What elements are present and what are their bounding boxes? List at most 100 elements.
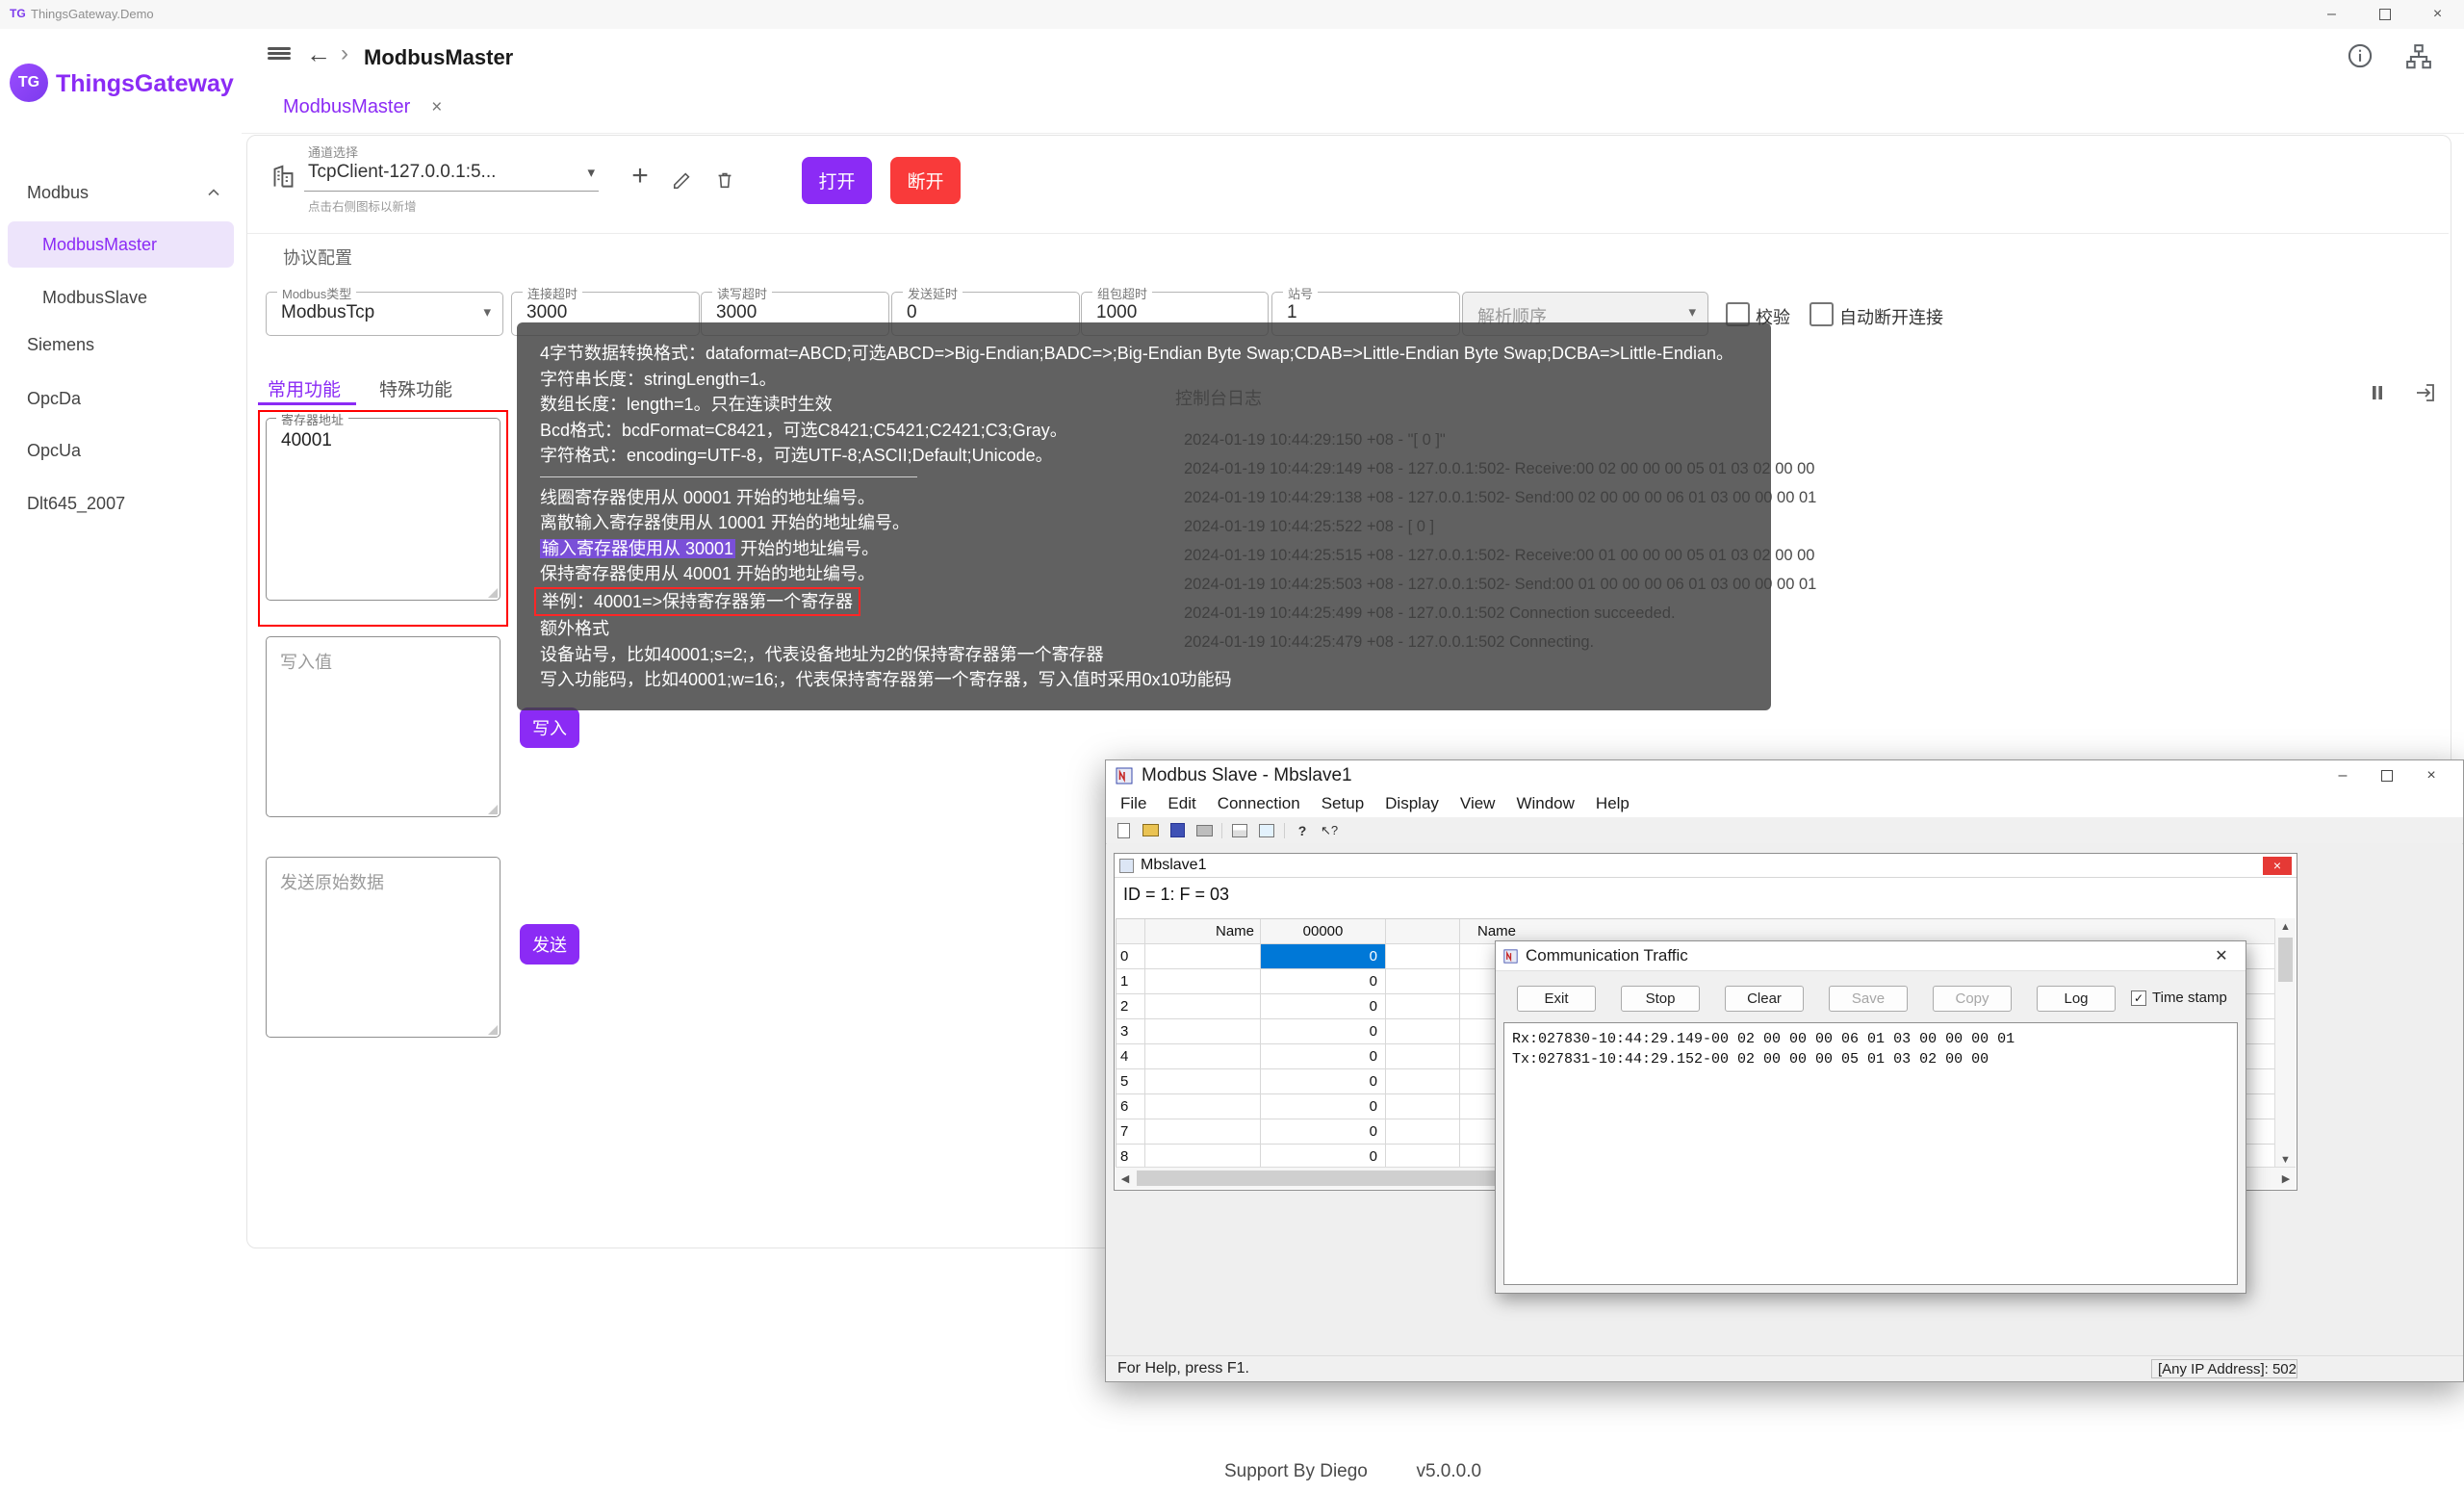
- scrollbar-thumb[interactable]: [2278, 938, 2293, 982]
- row-header-cell-2[interactable]: [1386, 1094, 1460, 1119]
- row-header-cell[interactable]: 0: [1116, 944, 1145, 969]
- row-header-cell[interactable]: 1: [1116, 969, 1145, 994]
- traffic-button[interactable]: Log: [2037, 986, 2116, 1012]
- os-maximize-button[interactable]: [2358, 0, 2411, 29]
- vertical-scrollbar[interactable]: ▲ ▼: [2274, 918, 2296, 1169]
- help-icon[interactable]: ?: [1293, 822, 1312, 838]
- scrollbar-thumb[interactable]: [1137, 1170, 1512, 1186]
- resize-grip[interactable]: [488, 1025, 498, 1035]
- sidebar-item-modbusmaster[interactable]: ModbusMaster: [8, 221, 234, 268]
- name-cell[interactable]: [1145, 1094, 1261, 1119]
- name-cell[interactable]: [1145, 1069, 1261, 1094]
- menu-item[interactable]: File: [1110, 794, 1157, 813]
- menu-item[interactable]: Setup: [1311, 794, 1374, 813]
- menu-item[interactable]: Connection: [1207, 794, 1311, 813]
- traffic-titlebar[interactable]: Communication Traffic ✕: [1496, 941, 2246, 971]
- open-file-icon[interactable]: [1141, 822, 1160, 838]
- print-icon[interactable]: [1194, 822, 1214, 838]
- write-button[interactable]: 写入: [520, 707, 579, 748]
- menu-item[interactable]: Window: [1505, 794, 1584, 813]
- doc-titlebar[interactable]: Mbslave1 ×: [1115, 854, 2297, 878]
- value-cell[interactable]: 0: [1261, 1069, 1386, 1094]
- sidebar-item-opcda[interactable]: OpcDa: [0, 375, 242, 422]
- value-cell[interactable]: 0: [1261, 1094, 1386, 1119]
- name-cell[interactable]: [1145, 1119, 1261, 1145]
- row-header-cell-2[interactable]: [1386, 1044, 1460, 1069]
- display-grid-icon[interactable]: [1230, 822, 1249, 838]
- open-button[interactable]: 打开: [802, 157, 872, 204]
- value-cell[interactable]: 0: [1261, 944, 1386, 969]
- row-header-cell[interactable]: 4: [1116, 1044, 1145, 1069]
- delete-channel-button[interactable]: [714, 169, 735, 191]
- traffic-log-list[interactable]: Rx:027830-10:44:29.149-00 02 00 00 00 06…: [1503, 1022, 2238, 1285]
- scroll-left-arrow[interactable]: ◀: [1116, 1168, 1135, 1189]
- back-arrow-icon[interactable]: ←: [306, 39, 331, 69]
- traffic-button[interactable]: Copy: [1933, 986, 2012, 1012]
- slave-titlebar[interactable]: Modbus Slave - Mbslave1 – ×: [1106, 760, 2463, 790]
- pause-icon[interactable]: [2366, 381, 2389, 404]
- tab-special-functions[interactable]: 特殊功能: [379, 375, 452, 401]
- row-header-cell-2[interactable]: [1386, 1119, 1460, 1145]
- row-header-cell[interactable]: 6: [1116, 1094, 1145, 1119]
- row-header-cell-2[interactable]: [1386, 994, 1460, 1019]
- slave-minimize-button[interactable]: –: [2321, 760, 2365, 790]
- scroll-up-arrow[interactable]: ▲: [2275, 918, 2296, 936]
- raw-data-textarea[interactable]: 发送原始数据: [266, 857, 500, 1038]
- write-value-textarea[interactable]: 写入值: [266, 636, 500, 817]
- name-cell[interactable]: [1145, 944, 1261, 969]
- add-channel-button[interactable]: +: [626, 162, 654, 191]
- info-icon[interactable]: [2347, 42, 2374, 69]
- sidebar-item-modbusslave[interactable]: ModbusSlave: [0, 274, 242, 321]
- os-close-button[interactable]: ×: [2411, 0, 2464, 29]
- row-header-cell[interactable]: 3: [1116, 1019, 1145, 1044]
- resize-grip[interactable]: [488, 588, 498, 598]
- row-header-cell-2[interactable]: [1386, 969, 1460, 994]
- menu-item[interactable]: Display: [1374, 794, 1450, 813]
- value-cell[interactable]: 0: [1261, 969, 1386, 994]
- scroll-right-arrow[interactable]: ▶: [2276, 1168, 2296, 1189]
- tab-common-functions[interactable]: 常用功能: [268, 375, 341, 401]
- traffic-button[interactable]: Save: [1829, 986, 1908, 1012]
- menu-item[interactable]: View: [1450, 794, 1506, 813]
- row-header-cell-2[interactable]: [1386, 944, 1460, 969]
- disconnect-button[interactable]: 断开: [890, 157, 961, 204]
- value-cell[interactable]: 0: [1261, 1019, 1386, 1044]
- resize-grip[interactable]: [488, 805, 498, 814]
- traffic-button[interactable]: Clear: [1725, 986, 1804, 1012]
- row-header-cell-2[interactable]: [1386, 1069, 1460, 1094]
- sidebar-group-modbus[interactable]: Modbus: [0, 169, 242, 216]
- value-cell[interactable]: 0: [1261, 994, 1386, 1019]
- name-cell[interactable]: [1145, 994, 1261, 1019]
- doc-close-button[interactable]: ×: [2263, 857, 2292, 875]
- sidebar-item-opcua[interactable]: OpcUa: [0, 427, 242, 474]
- sidebar-item-siemens[interactable]: Siemens: [0, 322, 242, 368]
- send-button[interactable]: 发送: [520, 924, 579, 965]
- modbus-type-select[interactable]: Modbus类型 ModbusTcp ▾: [266, 292, 503, 336]
- value-cell[interactable]: 0: [1261, 1044, 1386, 1069]
- hamburger-icon[interactable]: [268, 45, 291, 62]
- slave-close-button[interactable]: ×: [2409, 760, 2453, 790]
- auto-disconnect-checkbox[interactable]: [1810, 302, 1834, 326]
- timestamp-checkbox[interactable]: ✓: [2131, 990, 2146, 1006]
- name-cell[interactable]: [1145, 1044, 1261, 1069]
- traffic-button[interactable]: Stop: [1621, 986, 1700, 1012]
- sidebar-item-dlt645[interactable]: Dlt645_2007: [0, 480, 242, 527]
- os-minimize-button[interactable]: –: [2305, 0, 2358, 29]
- tab-close-icon[interactable]: ×: [431, 97, 442, 118]
- slave-maximize-button[interactable]: [2365, 760, 2409, 790]
- row-header-cell[interactable]: 5: [1116, 1069, 1145, 1094]
- register-address-input[interactable]: 寄存器地址 40001: [266, 418, 500, 601]
- timestamp-option[interactable]: ✓ Time stamp: [2131, 990, 2227, 1006]
- menu-item[interactable]: Edit: [1157, 794, 1206, 813]
- row-header-cell-2[interactable]: [1386, 1019, 1460, 1044]
- tab-modbusmaster[interactable]: ModbusMaster ×: [283, 96, 442, 118]
- traffic-close-icon[interactable]: ✕: [2205, 946, 2238, 965]
- menu-item[interactable]: Help: [1585, 794, 1640, 813]
- sitemap-icon[interactable]: [2404, 42, 2433, 71]
- value-cell[interactable]: 0: [1261, 1119, 1386, 1145]
- row-header-cell[interactable]: 2: [1116, 994, 1145, 1019]
- traffic-button[interactable]: Exit: [1517, 986, 1596, 1012]
- row-header-cell[interactable]: 7: [1116, 1119, 1145, 1145]
- export-log-icon[interactable]: [2414, 381, 2437, 404]
- name-cell[interactable]: [1145, 969, 1261, 994]
